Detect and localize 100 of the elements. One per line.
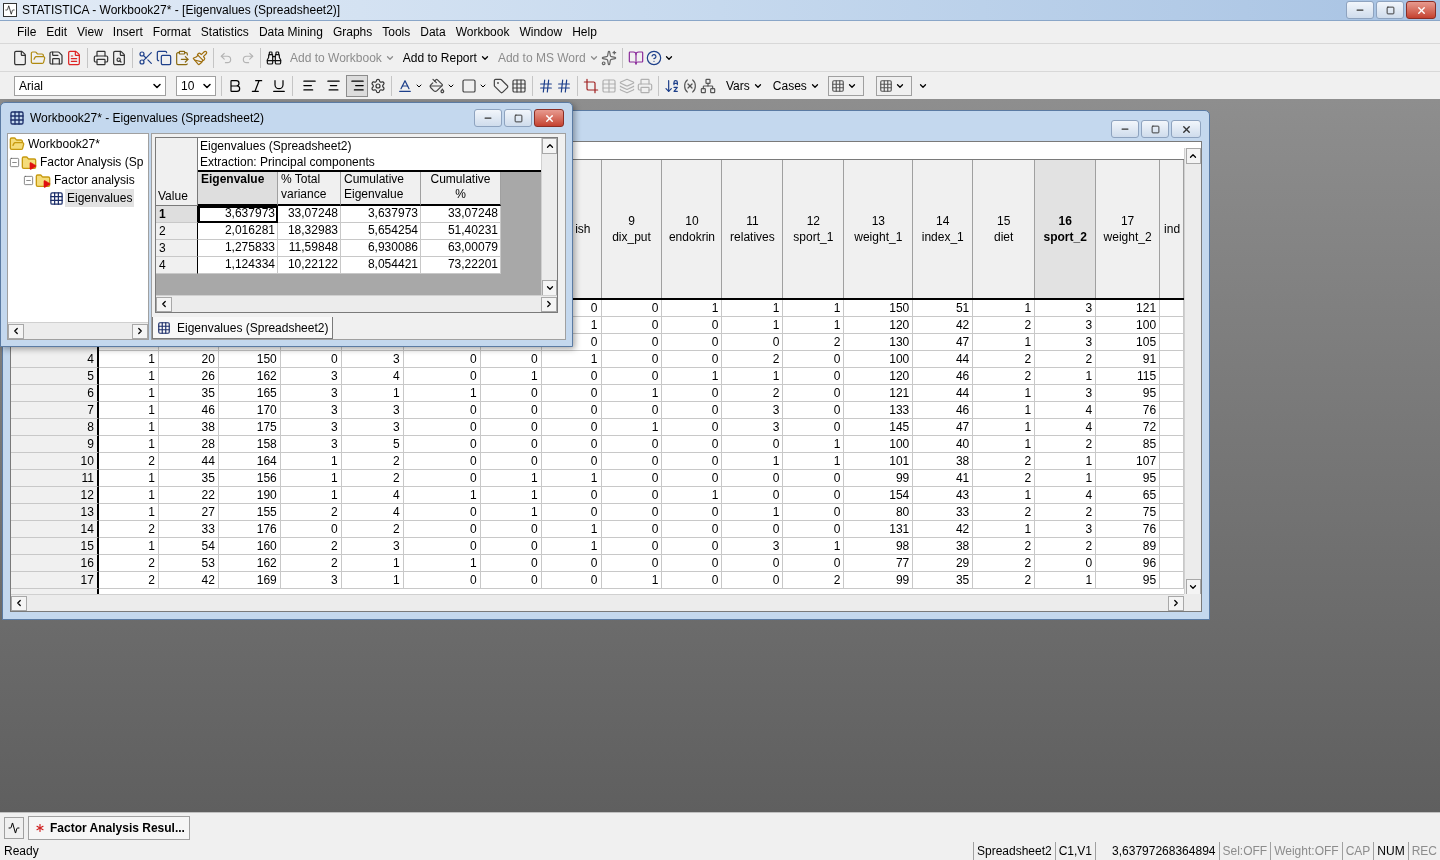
binoculars-icon[interactable] bbox=[266, 49, 282, 66]
column-header[interactable]: 13 weight_1 bbox=[844, 160, 914, 298]
column-header[interactable]: 17 weight_2 bbox=[1096, 160, 1161, 298]
menu-item[interactable]: Insert bbox=[107, 23, 148, 41]
tree-item[interactable]: Factor analysis bbox=[52, 171, 137, 189]
menu-item[interactable]: File bbox=[12, 23, 42, 41]
menu-item[interactable]: View bbox=[72, 23, 108, 41]
underline-icon[interactable] bbox=[271, 77, 287, 94]
crop-icon[interactable] bbox=[583, 77, 599, 94]
column-header[interactable]: Eigenvalue bbox=[198, 172, 278, 206]
row-header[interactable]: 12 bbox=[11, 487, 99, 504]
minimize-button[interactable] bbox=[1346, 1, 1374, 19]
column-header[interactable]: ish bbox=[575, 221, 591, 237]
book-icon[interactable] bbox=[627, 49, 644, 66]
alignment-button[interactable] bbox=[346, 74, 368, 97]
scroll-right-button[interactable] bbox=[1168, 595, 1184, 611]
scroll-down-button[interactable] bbox=[1185, 579, 1201, 594]
menu-item[interactable]: Format bbox=[147, 23, 196, 41]
menu-item[interactable]: Data bbox=[415, 23, 451, 41]
close-button[interactable] bbox=[534, 109, 564, 127]
toolbar-menu-button[interactable]: Vars bbox=[726, 76, 763, 95]
save-icon[interactable] bbox=[48, 49, 64, 66]
scroll-up-button[interactable] bbox=[1185, 148, 1201, 164]
tree-item[interactable]: Eigenvalues bbox=[65, 189, 135, 207]
close-button[interactable] bbox=[1171, 120, 1201, 138]
restore-button[interactable] bbox=[1376, 1, 1404, 19]
horizontal-scrollbar[interactable] bbox=[8, 322, 148, 339]
menu-item[interactable]: Workbook bbox=[450, 23, 515, 41]
paste-icon[interactable] bbox=[174, 49, 190, 66]
network-icon[interactable] bbox=[700, 77, 716, 94]
menu-item[interactable]: Tools bbox=[377, 23, 416, 41]
app-button[interactable] bbox=[4, 816, 24, 839]
scroll-left-button[interactable] bbox=[11, 595, 27, 611]
row-header[interactable]: 16 bbox=[11, 555, 99, 572]
column-header[interactable]: Cumulative Eigenvalue bbox=[341, 172, 421, 206]
bold-icon[interactable] bbox=[227, 77, 243, 94]
sheet-tab[interactable]: Eigenvalues (Spreadsheet2) bbox=[152, 317, 334, 339]
column-header[interactable]: 10 endokrin bbox=[662, 160, 723, 298]
row-header[interactable]: 11 bbox=[11, 470, 99, 487]
scroll-left-button[interactable] bbox=[8, 323, 24, 339]
pattern-dropdown[interactable] bbox=[875, 75, 912, 96]
column-header[interactable]: Cumulative % bbox=[421, 172, 501, 206]
minimize-button[interactable] bbox=[474, 109, 502, 127]
tree-item[interactable]: Workbook27* bbox=[26, 135, 102, 153]
menu-item[interactable]: Data Mining bbox=[253, 23, 328, 41]
sparkle-icon[interactable] bbox=[600, 49, 617, 66]
sort-icon[interactable] bbox=[664, 77, 680, 94]
restore-button[interactable] bbox=[504, 109, 532, 127]
tree-item[interactable]: Factor Analysis (Sp bbox=[38, 153, 146, 171]
row-header[interactable]: 4 bbox=[11, 351, 99, 368]
column-header[interactable]: ind bbox=[1164, 221, 1181, 237]
pattern-dropdown[interactable] bbox=[827, 75, 864, 96]
collapse-icon[interactable] bbox=[9, 156, 20, 168]
column-header[interactable]: 15 diet bbox=[973, 160, 1036, 298]
row-header[interactable]: 7 bbox=[11, 402, 99, 419]
menu-item[interactable]: Graphs bbox=[327, 23, 378, 41]
column-header[interactable]: 9 dix_put bbox=[601, 160, 663, 298]
row-header[interactable]: 2 bbox=[156, 223, 198, 240]
row-header[interactable]: 10 bbox=[11, 453, 99, 470]
row-header[interactable]: 3 bbox=[156, 240, 198, 257]
pdf-icon[interactable] bbox=[66, 49, 82, 66]
scroll-right-button[interactable] bbox=[132, 323, 148, 339]
restore-button[interactable] bbox=[1141, 120, 1169, 138]
print-icon[interactable] bbox=[93, 49, 109, 66]
scroll-left-button[interactable] bbox=[156, 296, 172, 312]
print-preview-icon[interactable] bbox=[111, 49, 127, 66]
column-header[interactable]: 16 sport_2 bbox=[1035, 160, 1097, 298]
horizontal-scrollbar[interactable] bbox=[156, 295, 557, 312]
column-header[interactable]: 12 sport_1 bbox=[783, 160, 845, 298]
row-header[interactable]: 6 bbox=[11, 385, 99, 402]
column-header[interactable]: % Total variance bbox=[278, 172, 341, 206]
column-header[interactable]: 14 index_1 bbox=[913, 160, 974, 298]
toolbar-menu-button[interactable]: Cases bbox=[772, 76, 820, 95]
scroll-down-button[interactable] bbox=[542, 280, 557, 295]
italic-icon[interactable] bbox=[249, 77, 265, 94]
increase-decimals-icon[interactable] bbox=[538, 77, 554, 94]
column-header[interactable]: 11 relatives bbox=[722, 160, 784, 298]
gear-icon[interactable] bbox=[370, 77, 386, 94]
copy-icon[interactable] bbox=[156, 49, 172, 66]
minimized-window-button[interactable]: Factor Analysis Resul... bbox=[28, 815, 190, 840]
row-header[interactable]: 17 bbox=[11, 572, 99, 589]
row-header[interactable]: 15 bbox=[11, 538, 99, 555]
scroll-right-button[interactable] bbox=[541, 296, 557, 312]
toolbar-menu-button[interactable]: Add to Report bbox=[402, 48, 490, 67]
tag-icon[interactable] bbox=[493, 77, 509, 94]
vertical-scrollbar[interactable] bbox=[1184, 148, 1201, 594]
help-icon[interactable] bbox=[645, 49, 662, 66]
row-header[interactable]: 13 bbox=[11, 504, 99, 521]
close-button[interactable] bbox=[1406, 1, 1436, 19]
font-dropdown[interactable]: Arial bbox=[14, 75, 166, 96]
row-header[interactable]: 14 bbox=[11, 521, 99, 538]
row-header[interactable]: 1 bbox=[156, 206, 198, 223]
menu-item[interactable]: Edit bbox=[41, 23, 73, 41]
new-file-icon[interactable] bbox=[12, 49, 28, 66]
decrease-decimals-icon[interactable] bbox=[556, 77, 572, 94]
font-color-icon[interactable] bbox=[397, 77, 413, 94]
row-header[interactable]: 9 bbox=[11, 436, 99, 453]
cut-icon[interactable] bbox=[138, 49, 154, 66]
menu-item[interactable]: Statistics bbox=[195, 23, 254, 41]
row-header[interactable]: 8 bbox=[11, 419, 99, 436]
